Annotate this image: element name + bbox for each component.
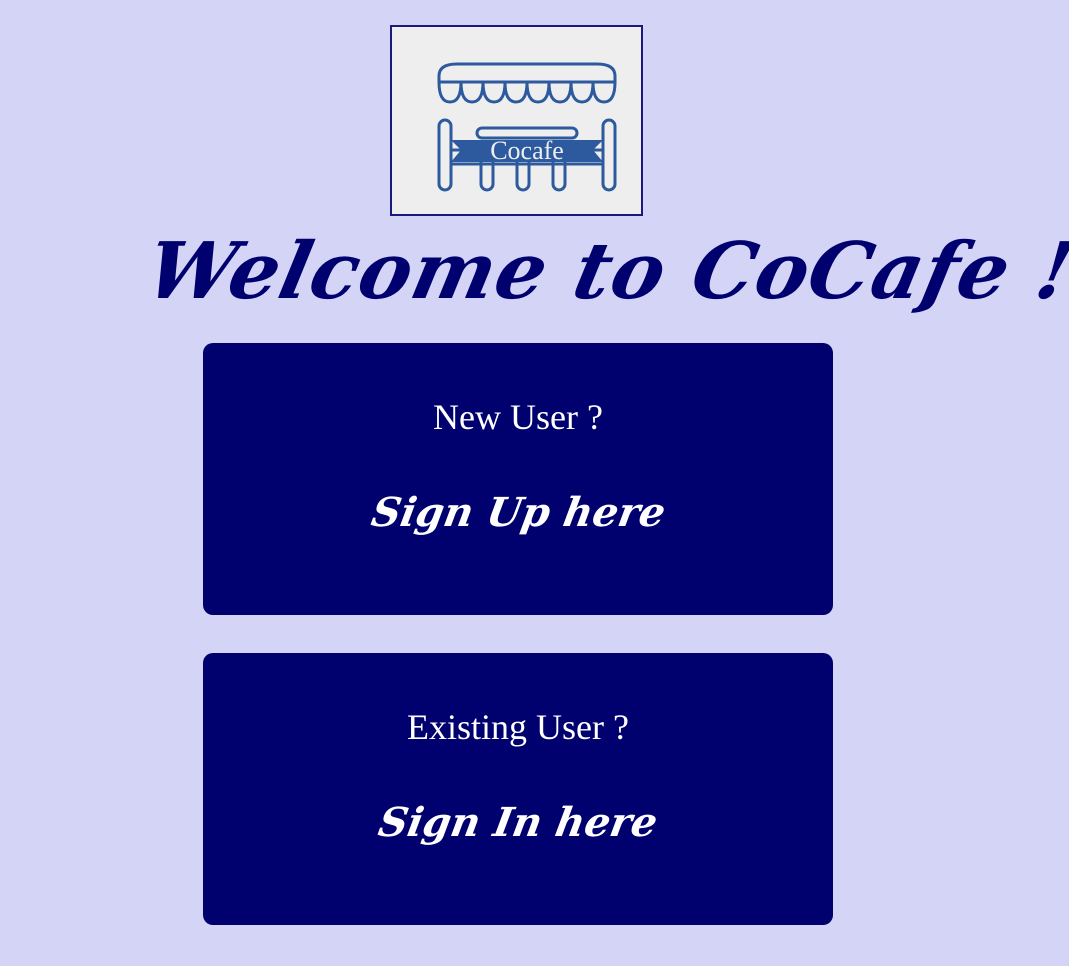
sign-in-link[interactable]: Sign In here	[203, 795, 833, 851]
existing-user-label: Existing User ?	[407, 707, 629, 747]
sign-up-link-text[interactable]: Sign Up here	[367, 485, 670, 541]
welcome-heading: Welcome to CoCafe !!	[138, 226, 1069, 317]
sign-in-link-text[interactable]: Sign In here	[374, 795, 662, 851]
logo: Cocafe	[390, 25, 643, 216]
sign-up-card[interactable]: New User ? Sign Up here	[203, 343, 833, 615]
cafe-storefront-icon: Cocafe	[437, 62, 616, 191]
sign-up-link[interactable]: Sign Up here	[203, 485, 833, 541]
sign-in-card[interactable]: Existing User ? Sign In here	[203, 653, 833, 925]
new-user-label: New User ?	[433, 397, 603, 437]
logo-text: Cocafe	[490, 136, 564, 165]
